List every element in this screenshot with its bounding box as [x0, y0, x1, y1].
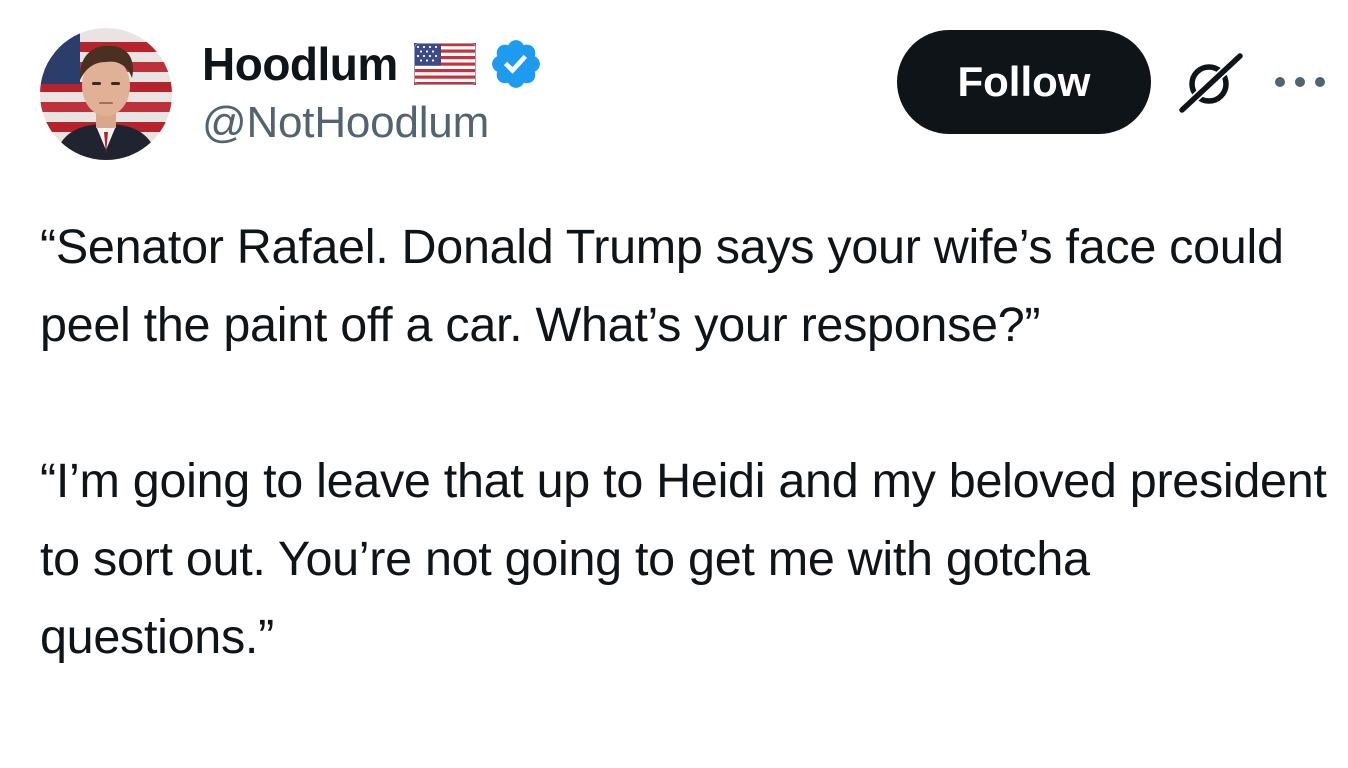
grok-icon[interactable] — [1176, 50, 1246, 114]
profile-photo — [40, 28, 172, 160]
verified-badge-icon[interactable] — [488, 36, 544, 92]
author-name-row: Hoodlum — [202, 34, 544, 94]
tweet-paragraph: “Senator Rafael. Donald Trump says your … — [40, 220, 1297, 352]
tweet-card: Hoodlum @NotHoodlum Follow “Senator Rafa… — [0, 0, 1348, 768]
author-handle[interactable]: @NotHoodlum — [202, 98, 544, 148]
us-flag-icon — [413, 43, 476, 85]
author-avatar[interactable] — [40, 28, 172, 160]
author-info: Hoodlum @NotHoodlum — [202, 34, 544, 148]
follow-button[interactable]: Follow — [897, 30, 1151, 134]
more-dots-icon[interactable] — [1268, 64, 1332, 100]
tweet-paragraph: “I’m going to leave that up to Heidi and… — [40, 454, 1340, 664]
tweet-body: “Senator Rafael. Donald Trump says your … — [40, 208, 1330, 676]
author-display-name[interactable]: Hoodlum — [202, 37, 398, 91]
